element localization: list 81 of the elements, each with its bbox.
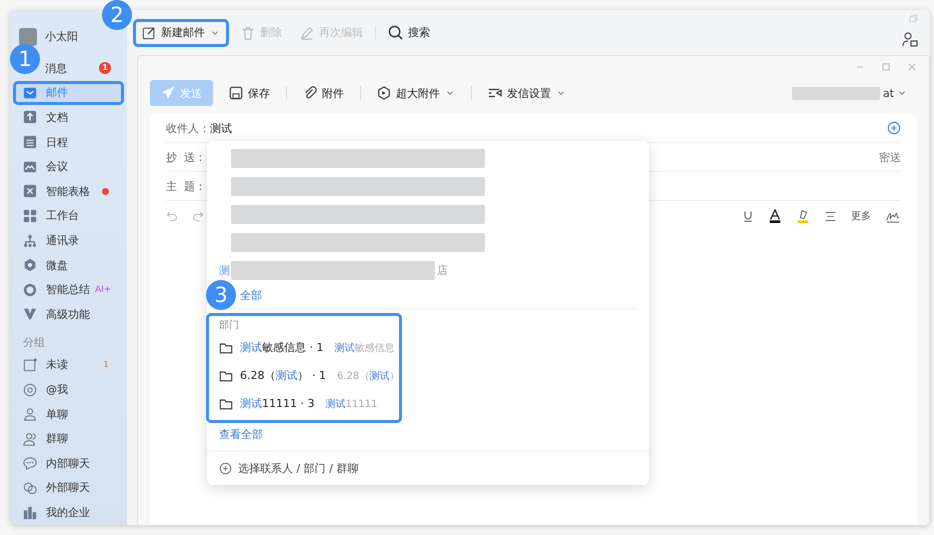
- sidebar-item[interactable]: 高级功能: [17, 302, 123, 327]
- search-icon: [388, 25, 403, 40]
- person-icon: [23, 407, 37, 422]
- sidebar-item[interactable]: 通讯录: [17, 228, 123, 253]
- sidebar-item[interactable]: 智能表格: [17, 179, 123, 204]
- font-color-icon: [768, 209, 782, 223]
- sidebar-item[interactable]: 消息 1: [45, 56, 123, 81]
- grid-icon: [23, 208, 37, 223]
- more-button[interactable]: 更多: [851, 209, 871, 223]
- toolbar-button[interactable]: 搜索: [382, 21, 436, 44]
- highlighter-icon: [796, 209, 810, 223]
- sidebar-item[interactable]: 会议: [17, 154, 123, 180]
- speech-bubbles-icon: [23, 480, 37, 495]
- compose-icon: [142, 26, 156, 40]
- maximize-icon: [881, 62, 891, 72]
- group-item[interactable]: 未读 1: [17, 352, 123, 378]
- compose-action-button[interactable]: 保存: [217, 80, 282, 106]
- step-number-badge: 2: [102, 0, 132, 30]
- sidebar-item[interactable]: 日程: [17, 130, 123, 154]
- view-all-link[interactable]: 查看全部: [207, 422, 649, 447]
- group-item[interactable]: 单聊: [17, 402, 123, 426]
- org-chart-icon: [23, 234, 37, 248]
- close-icon: [907, 62, 917, 72]
- folder-icon: [219, 368, 233, 383]
- section-heading: 部门: [218, 318, 240, 333]
- sidebar-item[interactable]: 工作台: [17, 204, 123, 228]
- field-label: 抄 送：: [166, 150, 206, 164]
- sender-address: at: [882, 86, 894, 100]
- bcc-link[interactable]: 密送: [879, 150, 901, 164]
- add-circle-icon: [219, 462, 232, 475]
- building-icon: [23, 506, 37, 520]
- document-icon: [23, 110, 37, 124]
- undo-icon: [166, 210, 178, 222]
- group-item[interactable]: 外部聊天: [17, 476, 123, 500]
- field-label: 收件人：: [166, 120, 206, 136]
- contact-detail: 店: [437, 262, 448, 278]
- save-icon: [229, 86, 243, 100]
- speech-bubble-icon: [23, 456, 37, 470]
- compose-action-button[interactable]: 发信设置: [476, 80, 578, 106]
- group-item[interactable]: 我的企业: [17, 500, 123, 525]
- toolbar-button[interactable]: 新建邮件: [133, 18, 229, 46]
- group-item[interactable]: 群聊: [17, 426, 123, 452]
- unread-badge: 1: [99, 62, 111, 74]
- count-badge: 1: [99, 358, 113, 372]
- v-logo-icon: [23, 307, 37, 322]
- people-icon: [23, 432, 37, 446]
- align-icon: [824, 210, 837, 222]
- underline-icon: [742, 210, 754, 222]
- hexagon-icon: [23, 258, 37, 272]
- view-all-link[interactable]: 全部: [237, 284, 268, 308]
- avatar-photo-placeholder: [19, 28, 37, 46]
- group-item[interactable]: 内部聊天: [17, 451, 123, 476]
- redo-icon: [192, 210, 204, 222]
- compose-action-button[interactable]: 附件: [291, 80, 356, 106]
- group-heading: 分组: [23, 334, 46, 351]
- group-item[interactable]: @我: [17, 377, 123, 402]
- compose-action-button[interactable]: 超大附件: [365, 80, 467, 106]
- add-circle-icon: [887, 121, 901, 135]
- pencil-icon: [300, 26, 314, 40]
- square-icon: [23, 358, 37, 372]
- recipient-value: 测试: [210, 120, 232, 136]
- department-suggestion[interactable]: 测试11111 · 3 测试11111: [209, 390, 399, 418]
- sidebar-item[interactable]: 微盘: [17, 252, 123, 278]
- paper-plane-icon: [161, 86, 175, 100]
- paperclip-icon: [303, 86, 317, 100]
- select-contacts-button[interactable]: 选择联系人 / 部门 / 群聊: [207, 452, 649, 485]
- sidebar-item[interactable]: 智能总结 AI+: [17, 277, 123, 302]
- field-label: 主 题：: [166, 178, 206, 194]
- mail-icon: [23, 86, 37, 100]
- settings-icon: [488, 86, 502, 100]
- sidebar-item[interactable]: 文档: [17, 105, 123, 130]
- folder-icon: [219, 396, 233, 411]
- folder-icon: [219, 340, 233, 355]
- contact-card-icon: [902, 31, 918, 47]
- ring-icon: [23, 282, 37, 297]
- trash-icon: [241, 26, 255, 40]
- calendar-icon: [23, 135, 37, 150]
- restore-icon: [909, 14, 918, 23]
- department-suggestion[interactable]: 测试敏感信息 · 1 测试敏感信息: [209, 334, 399, 362]
- department-suggestion[interactable]: 6.28（测试） · 1 6.28（测试）: [209, 362, 399, 390]
- user-name: 小太阳: [45, 29, 78, 44]
